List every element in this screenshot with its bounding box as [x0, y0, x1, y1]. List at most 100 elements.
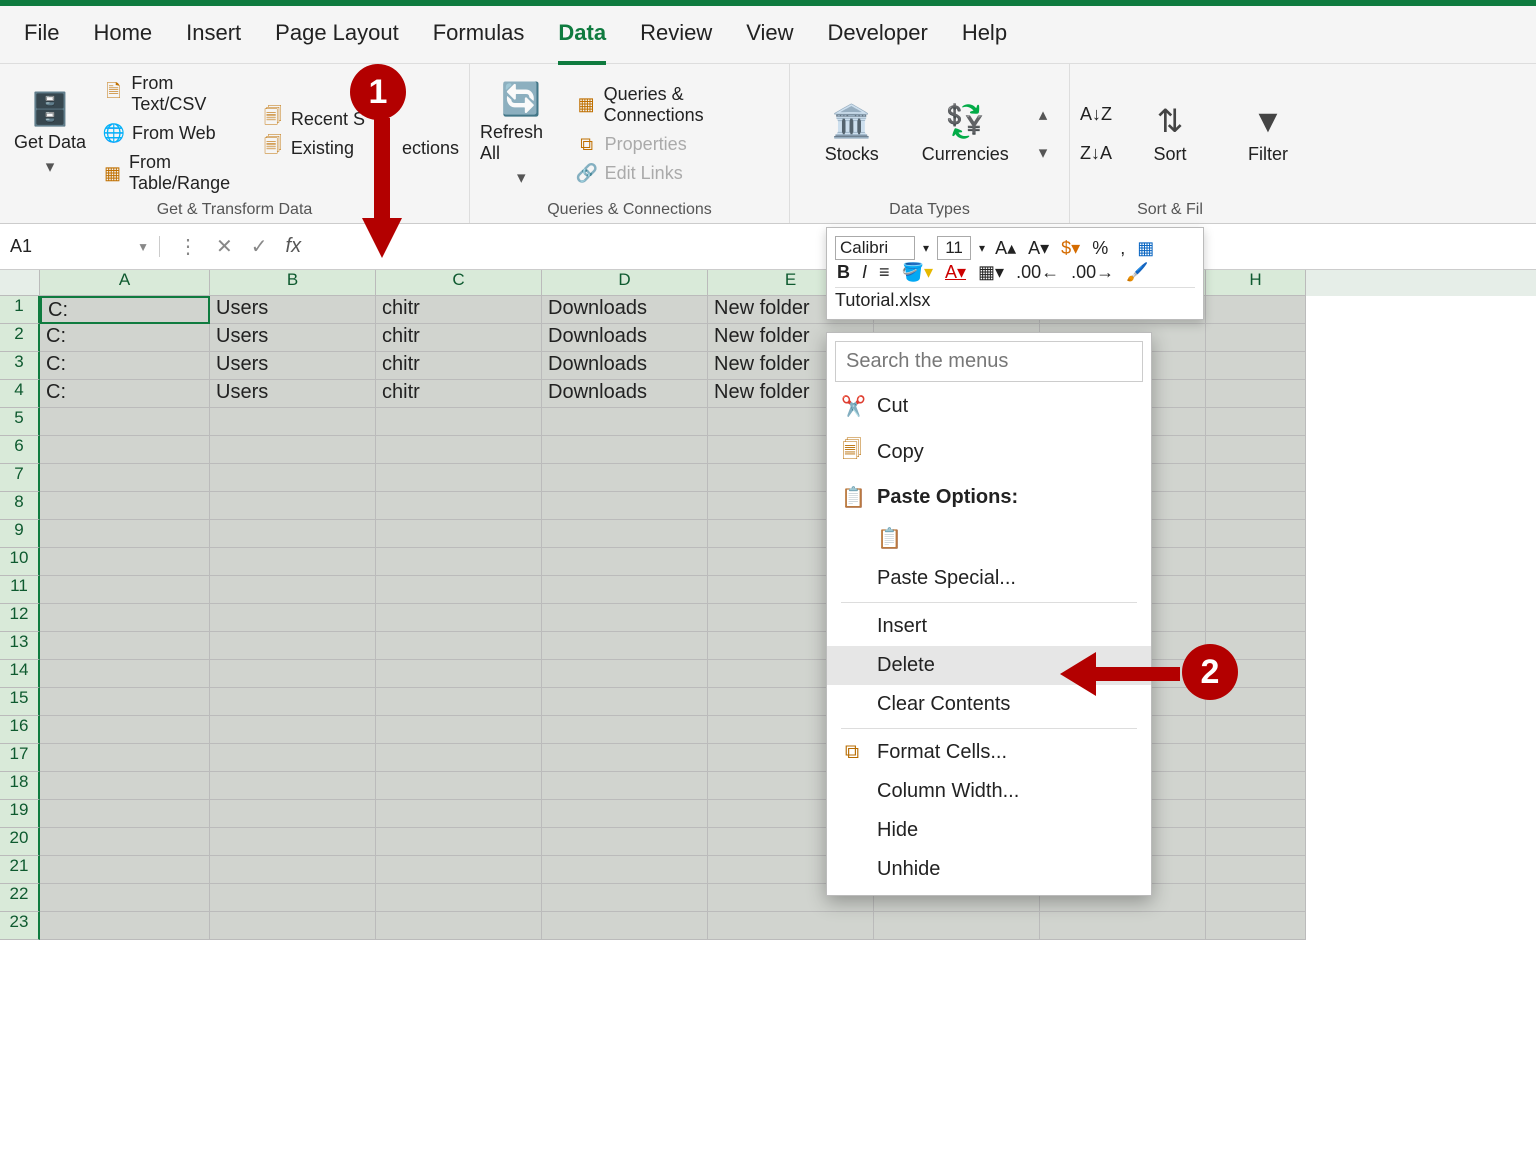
cell[interactable] — [40, 856, 210, 884]
cell[interactable] — [1206, 548, 1306, 576]
row-header[interactable]: 18 — [0, 772, 40, 800]
data-type-currencies[interactable]: 💱 Currencies — [922, 102, 1009, 165]
font-size-dropdown[interactable]: 11 — [937, 236, 971, 260]
col-header-a[interactable]: A — [40, 270, 210, 296]
cell[interactable] — [210, 604, 376, 632]
font-family-dropdown[interactable]: Calibri — [835, 236, 915, 260]
select-all-corner[interactable] — [0, 270, 40, 296]
cell[interactable] — [376, 688, 542, 716]
col-header-h[interactable]: H — [1206, 270, 1306, 296]
tab-formulas[interactable]: Formulas — [433, 20, 525, 63]
comma-style-icon[interactable]: , — [1118, 238, 1127, 259]
cell[interactable] — [1206, 296, 1306, 324]
cell[interactable] — [40, 828, 210, 856]
cell[interactable]: C: — [40, 296, 210, 324]
row-header[interactable]: 22 — [0, 884, 40, 912]
cell[interactable] — [376, 436, 542, 464]
cell[interactable] — [210, 688, 376, 716]
cell[interactable] — [210, 520, 376, 548]
cell[interactable] — [1206, 492, 1306, 520]
cell[interactable] — [1206, 464, 1306, 492]
cell[interactable] — [210, 436, 376, 464]
cell[interactable] — [542, 576, 708, 604]
cell[interactable] — [542, 716, 708, 744]
cell[interactable] — [376, 576, 542, 604]
cell[interactable] — [210, 576, 376, 604]
menu-unhide[interactable]: Unhide — [827, 850, 1151, 889]
row-header[interactable]: 2 — [0, 324, 40, 352]
cell[interactable] — [40, 520, 210, 548]
from-text-csv[interactable]: 🗎From Text/CSV — [104, 71, 249, 117]
cell[interactable] — [40, 464, 210, 492]
cell[interactable] — [40, 548, 210, 576]
spreadsheet-grid[interactable]: A B C D E F G H 1C:UserschitrDownloadsNe… — [0, 270, 1536, 940]
cell[interactable] — [1206, 520, 1306, 548]
cell[interactable] — [210, 408, 376, 436]
cell[interactable] — [40, 576, 210, 604]
cell[interactable]: Downloads — [542, 380, 708, 408]
cell[interactable] — [40, 744, 210, 772]
format-painter-icon[interactable]: 🖌️ — [1124, 262, 1150, 283]
cell[interactable]: C: — [40, 352, 210, 380]
cell[interactable] — [542, 912, 708, 940]
row-header[interactable]: 1 — [0, 296, 40, 324]
cell[interactable] — [40, 884, 210, 912]
cell[interactable] — [708, 912, 874, 940]
cell[interactable] — [542, 548, 708, 576]
percent-style-icon[interactable]: % — [1090, 238, 1110, 259]
from-web[interactable]: 🌐From Web — [104, 121, 249, 146]
cell[interactable] — [376, 912, 542, 940]
row-header[interactable]: 6 — [0, 436, 40, 464]
font-color-icon[interactable]: A▾ — [943, 262, 968, 283]
row-header[interactable]: 13 — [0, 632, 40, 660]
cell[interactable] — [40, 660, 210, 688]
row-header[interactable]: 7 — [0, 464, 40, 492]
cell[interactable] — [376, 716, 542, 744]
cell[interactable] — [542, 408, 708, 436]
row-header[interactable]: 14 — [0, 660, 40, 688]
cell[interactable]: Users — [210, 296, 376, 324]
format-icon[interactable]: ▦ — [1135, 238, 1156, 259]
menu-cut[interactable]: ✂️Cut — [827, 386, 1151, 427]
cell[interactable] — [210, 744, 376, 772]
cell[interactable] — [40, 604, 210, 632]
cell[interactable] — [210, 800, 376, 828]
row-header[interactable]: 16 — [0, 716, 40, 744]
cell[interactable] — [376, 520, 542, 548]
cell[interactable] — [542, 772, 708, 800]
row-header[interactable]: 15 — [0, 688, 40, 716]
italic-icon[interactable]: I — [860, 262, 869, 283]
scroll-up-icon[interactable]: ▴ — [1039, 105, 1048, 125]
menu-format-cells[interactable]: ⧉Format Cells... — [827, 733, 1151, 772]
menu-paste-special[interactable]: Paste Special... — [827, 559, 1151, 598]
sort-desc-icon[interactable]: Z↓A — [1080, 143, 1112, 164]
currency-style-icon[interactable]: $▾ — [1059, 238, 1082, 259]
cell[interactable] — [542, 464, 708, 492]
cell[interactable] — [542, 856, 708, 884]
row-header[interactable]: 21 — [0, 856, 40, 884]
cell[interactable] — [542, 828, 708, 856]
cell[interactable] — [542, 492, 708, 520]
col-header-d[interactable]: D — [542, 270, 708, 296]
cell[interactable] — [1206, 576, 1306, 604]
cell[interactable]: Downloads — [542, 296, 708, 324]
cell[interactable] — [210, 716, 376, 744]
cell[interactable] — [40, 492, 210, 520]
menu-copy[interactable]: 🗐Copy — [827, 427, 1151, 477]
row-header[interactable]: 23 — [0, 912, 40, 940]
row-header[interactable]: 10 — [0, 548, 40, 576]
cell[interactable] — [1206, 800, 1306, 828]
tab-file[interactable]: File — [24, 20, 59, 63]
row-header[interactable]: 12 — [0, 604, 40, 632]
fx-icon[interactable]: fx — [286, 235, 302, 258]
row-header[interactable]: 11 — [0, 576, 40, 604]
cell[interactable] — [376, 828, 542, 856]
cell[interactable] — [542, 744, 708, 772]
menu-hide[interactable]: Hide — [827, 811, 1151, 850]
bold-icon[interactable]: B — [835, 262, 852, 283]
menu-paste-default[interactable]: 📋 — [827, 518, 1151, 559]
tab-developer[interactable]: Developer — [828, 20, 928, 63]
filter-button[interactable]: ▼ Filter — [1228, 103, 1308, 165]
cell[interactable] — [210, 828, 376, 856]
cell[interactable]: chitr — [376, 352, 542, 380]
